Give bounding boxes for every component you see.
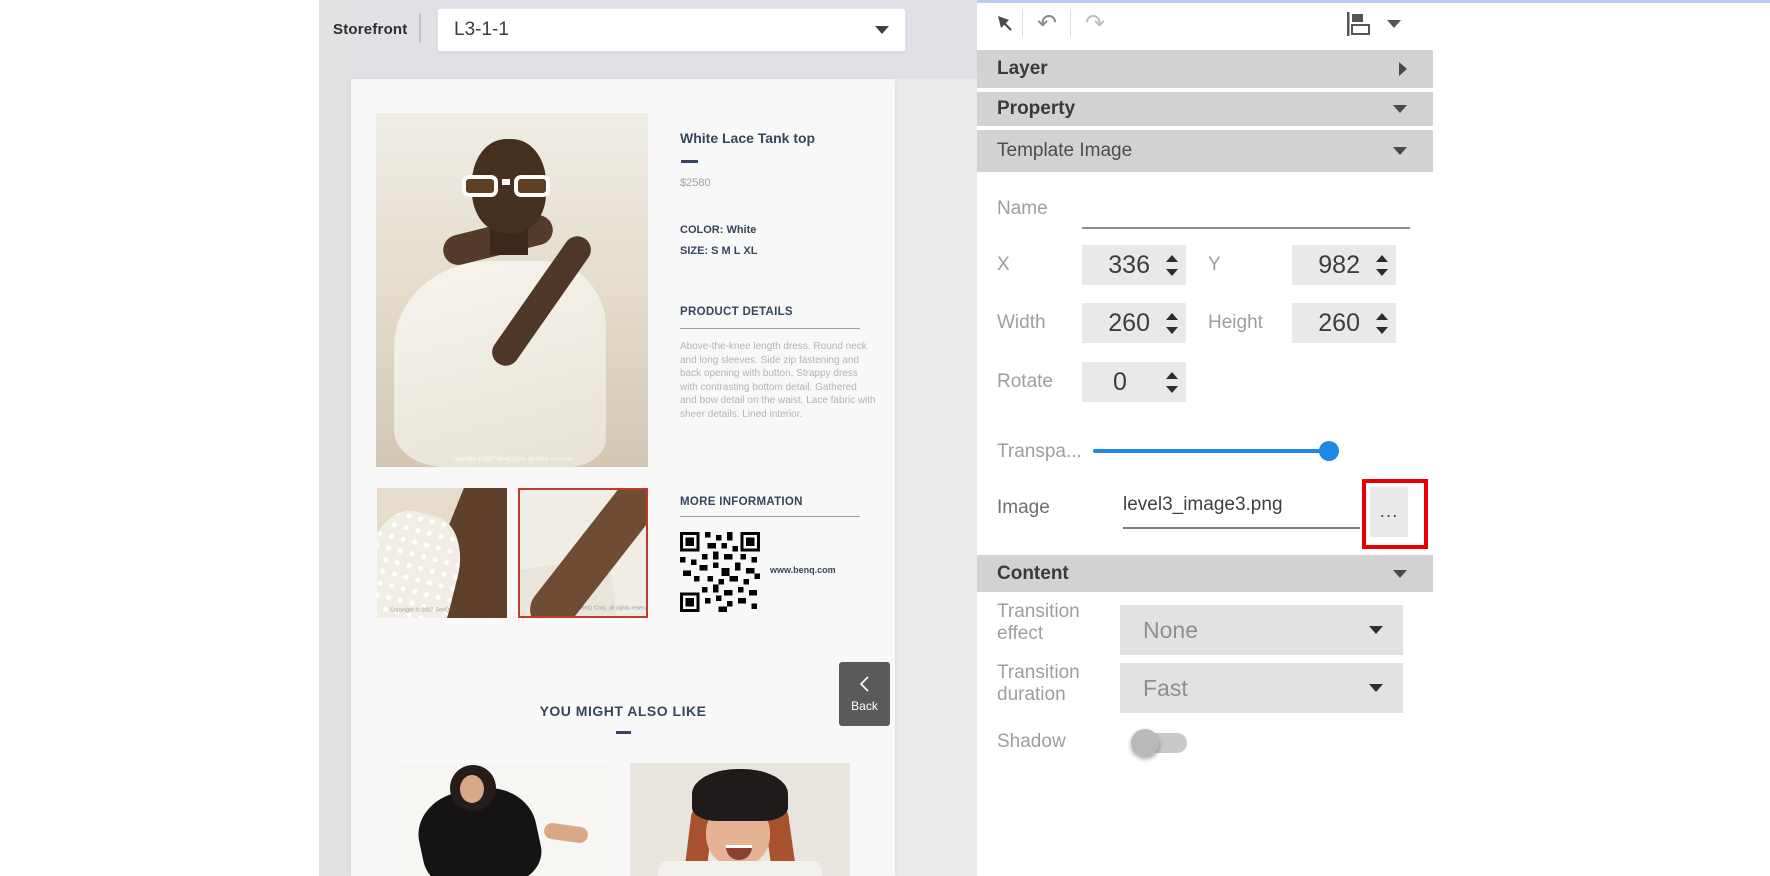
image-label: Image bbox=[997, 497, 1050, 519]
title-dash bbox=[681, 160, 698, 163]
chevron-down-icon[interactable] bbox=[1393, 570, 1407, 578]
shadow-toggle[interactable] bbox=[1131, 729, 1189, 757]
image-field-underline bbox=[1123, 527, 1360, 529]
xsign-designer: Storefront L3-1-1 Copyright © 2017 BenQ … bbox=[0, 0, 1770, 876]
product-title: White Lace Tank top bbox=[680, 130, 815, 146]
back-button[interactable]: Back bbox=[839, 662, 890, 726]
redo-icon: ↷ bbox=[1085, 10, 1105, 38]
storefront-label: Storefront bbox=[333, 21, 408, 38]
width-stepper[interactable] bbox=[1158, 303, 1186, 343]
qr-code[interactable] bbox=[680, 532, 760, 612]
canvas-left-strip bbox=[319, 0, 351, 876]
product-thumbnail-2-selected[interactable]: Copyright © 2017 BenQ Corp, all rights r… bbox=[518, 488, 648, 618]
product-price: $2580 bbox=[680, 177, 711, 189]
more-info-underline bbox=[680, 516, 860, 517]
product-details-text: Above-the-knee length dress. Round neck … bbox=[680, 340, 876, 421]
name-input-underline bbox=[1082, 227, 1410, 229]
transition-effect-label: Transition effect bbox=[997, 601, 1097, 645]
width-input[interactable]: 260 bbox=[1082, 303, 1186, 343]
chevron-right-icon[interactable] bbox=[1399, 62, 1407, 76]
chevron-left-icon bbox=[858, 675, 872, 693]
align-button[interactable] bbox=[1342, 8, 1376, 40]
chevron-down-icon bbox=[1369, 684, 1383, 692]
sunglasses bbox=[462, 173, 558, 199]
product-main-image[interactable]: Copyright © 2017 BenQ Corp, all rights r… bbox=[376, 113, 648, 467]
section-header-layer[interactable]: Layer bbox=[977, 50, 1433, 88]
suggested-product-2[interactable] bbox=[630, 763, 850, 876]
redo-button[interactable]: ↷ bbox=[1078, 8, 1112, 40]
canvas-right-gutter bbox=[895, 79, 977, 876]
also-like-dash bbox=[616, 731, 631, 734]
align-left-icon bbox=[1345, 11, 1373, 37]
height-label: Height bbox=[1208, 312, 1263, 334]
slider-track[interactable] bbox=[1093, 449, 1337, 453]
transparency-label: Transpa... bbox=[997, 441, 1082, 463]
cursor-arrow-icon bbox=[993, 12, 1017, 36]
x-stepper[interactable] bbox=[1158, 245, 1186, 285]
watermark-text: Copyright © 2017 BenQ Corp, all rights r… bbox=[403, 457, 621, 463]
transition-effect-select[interactable]: None bbox=[1120, 605, 1403, 655]
chevron-down-icon bbox=[1369, 626, 1383, 634]
chevron-down-icon[interactable] bbox=[1393, 105, 1407, 113]
y-input[interactable]: 982 bbox=[1292, 245, 1396, 285]
chevron-down-icon bbox=[1387, 20, 1401, 28]
undo-button[interactable]: ↶ bbox=[1030, 8, 1064, 40]
details-underline bbox=[680, 328, 860, 329]
back-label: Back bbox=[851, 699, 878, 713]
transition-duration-label: Transition duration bbox=[997, 662, 1097, 706]
toolbar-divider bbox=[1070, 9, 1071, 37]
shadow-label: Shadow bbox=[997, 731, 1066, 753]
more-information-heading: MORE INFORMATION bbox=[680, 496, 803, 508]
name-label: Name bbox=[997, 198, 1048, 220]
website-url: www.benq.com bbox=[770, 565, 836, 575]
x-input[interactable]: 336 bbox=[1082, 245, 1186, 285]
product-details-heading: PRODUCT DETAILS bbox=[680, 306, 793, 318]
watermark-text: Copyright © 2017 BenQ Corp, all rights r… bbox=[533, 606, 634, 612]
transparency-slider[interactable] bbox=[1093, 441, 1337, 461]
height-stepper[interactable] bbox=[1368, 303, 1396, 343]
suggested-product-1[interactable] bbox=[394, 763, 610, 876]
x-label: X bbox=[997, 254, 1010, 276]
rotate-stepper[interactable] bbox=[1158, 362, 1186, 402]
section-header-property[interactable]: Property bbox=[977, 92, 1433, 126]
annotation-highlight-box bbox=[1362, 479, 1428, 549]
product-size: SIZE: S M L XL bbox=[680, 245, 757, 257]
select-tool-button[interactable] bbox=[988, 8, 1022, 40]
product-thumbnail-1[interactable]: Copyright © 2017 BenQ Corp, all rights r… bbox=[377, 488, 507, 618]
width-label: Width bbox=[997, 312, 1046, 334]
section-header-template-image[interactable]: Template Image bbox=[977, 130, 1433, 172]
y-label: Y bbox=[1208, 254, 1221, 276]
undo-icon: ↶ bbox=[1037, 10, 1057, 38]
topbar-divider bbox=[419, 13, 421, 43]
rotate-input[interactable]: 0 bbox=[1082, 362, 1186, 402]
product-color: COLOR: White bbox=[680, 224, 756, 236]
storefront-page-preview: Copyright © 2017 BenQ Corp, all rights r… bbox=[351, 79, 895, 876]
toolbar-divider bbox=[1022, 9, 1023, 37]
image-filename-field[interactable]: level3_image3.png bbox=[1123, 494, 1283, 516]
watermark-text: Copyright © 2017 BenQ Corp, all rights r… bbox=[390, 608, 494, 614]
chevron-down-icon bbox=[875, 26, 889, 34]
section-header-content[interactable]: Content bbox=[977, 555, 1433, 592]
height-input[interactable]: 260 bbox=[1292, 303, 1396, 343]
also-like-heading: YOU MIGHT ALSO LIKE bbox=[351, 703, 895, 719]
chevron-down-icon[interactable] bbox=[1393, 147, 1407, 155]
rotate-label: Rotate bbox=[997, 371, 1053, 393]
layout-selector-value: L3-1-1 bbox=[454, 19, 875, 41]
layout-selector[interactable]: L3-1-1 bbox=[437, 8, 906, 52]
transition-duration-select[interactable]: Fast bbox=[1120, 663, 1403, 713]
align-caret-button[interactable] bbox=[1382, 8, 1406, 40]
name-input[interactable] bbox=[1082, 196, 1410, 226]
slider-knob[interactable] bbox=[1319, 441, 1339, 461]
y-stepper[interactable] bbox=[1368, 245, 1396, 285]
